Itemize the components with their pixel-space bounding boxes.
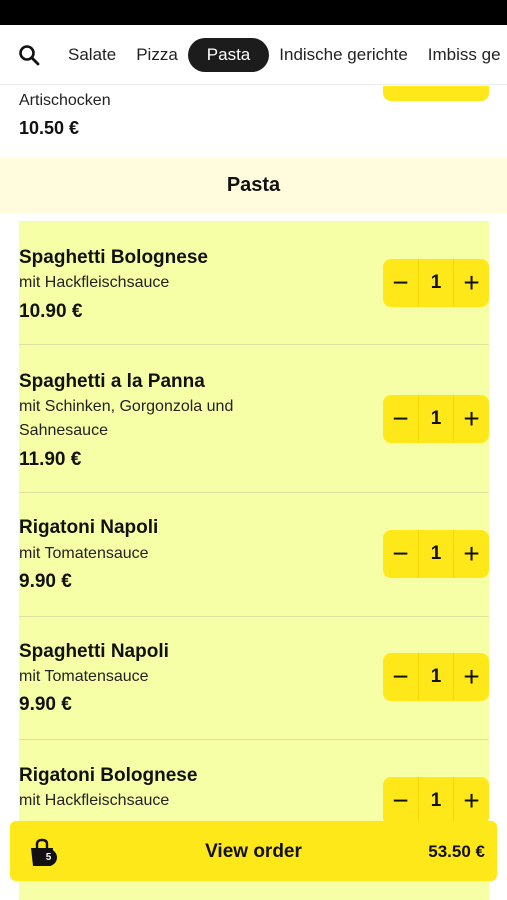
item-name: Spaghetti Bolognese [19, 247, 208, 268]
order-total: 53.50 € [428, 842, 485, 861]
increase-button[interactable]: + [454, 259, 489, 307]
quantity-value: 1 [418, 530, 454, 578]
item-name: Rigatoni Napoli [19, 517, 159, 538]
item-price: 9.90 € [19, 694, 72, 715]
view-order-button[interactable]: 5 View order 53.50 € [10, 821, 497, 881]
quantity-stepper[interactable] [383, 86, 489, 101]
menu-item: Rigatoni Napoli mit Tomatensauce 9.90 € … [19, 493, 489, 617]
decrease-button[interactable]: − [383, 653, 418, 701]
section-title: Pasta [0, 158, 507, 213]
search-button[interactable] [0, 25, 58, 84]
tab-pasta[interactable]: Pasta [187, 37, 270, 72]
quantity-value: 1 [418, 395, 454, 443]
increase-button[interactable]: + [454, 395, 489, 443]
quantity-value: 1 [418, 653, 454, 701]
increase-button[interactable]: + [454, 777, 489, 825]
item-description: mit Schinken, Gorgonzola und Sahnesauce [19, 398, 234, 439]
quantity-stepper: − 1 + [383, 395, 489, 443]
category-nav: Salate Pizza Pasta Indische gerichte Imb… [0, 25, 507, 85]
decrease-button[interactable]: − [383, 259, 418, 307]
quantity-stepper: − 1 + [383, 530, 489, 578]
item-name: Rigatoni Bolognese [19, 765, 198, 786]
item-description: mit Hackfleischsauce [19, 792, 170, 809]
item-description: mit Tomatensauce [19, 545, 149, 562]
menu-list: Spaghetti Bolognese mit Hackfleischsauce… [19, 221, 489, 900]
tab-salate[interactable]: Salate [58, 38, 126, 72]
increase-button[interactable]: + [454, 530, 489, 578]
item-price: 11.90 € [19, 449, 82, 470]
decrease-button[interactable]: − [383, 395, 418, 443]
search-icon [19, 44, 40, 65]
tab-imbiss[interactable]: Imbiss ge [418, 38, 507, 72]
menu-item: Spaghetti a la Panna mit Schinken, Gorgo… [19, 345, 489, 493]
item-price: 10.90 € [19, 301, 83, 322]
item-description: Artischocken [19, 92, 111, 109]
quantity-stepper: − 1 + [383, 653, 489, 701]
tab-indische-gerichte[interactable]: Indische gerichte [269, 38, 418, 72]
quantity-value: 1 [418, 777, 454, 825]
quantity-stepper: − 1 + [383, 259, 489, 307]
item-price: 9.90 € [19, 571, 72, 592]
decrease-button[interactable]: − [383, 530, 418, 578]
view-order-label: View order [205, 841, 302, 862]
quantity-stepper: − 1 + [383, 777, 489, 825]
item-price: 10.50 € [19, 118, 80, 138]
item-name: Spaghetti Napoli [19, 641, 169, 662]
status-bar [0, 0, 507, 25]
decrease-button[interactable]: − [383, 777, 418, 825]
increase-button[interactable]: + [454, 653, 489, 701]
menu-item: Spaghetti Bolognese mit Hackfleischsauce… [19, 221, 489, 345]
menu-item: Artischocken 10.50 € [0, 86, 507, 158]
item-description: mit Hackfleischsauce [19, 274, 170, 291]
quantity-value: 1 [418, 259, 454, 307]
menu-item: Spaghetti Napoli mit Tomatensauce 9.90 €… [19, 617, 489, 740]
tab-pizza[interactable]: Pizza [126, 38, 188, 72]
item-name: Spaghetti a la Panna [19, 371, 205, 392]
item-description: mit Tomatensauce [19, 668, 149, 685]
